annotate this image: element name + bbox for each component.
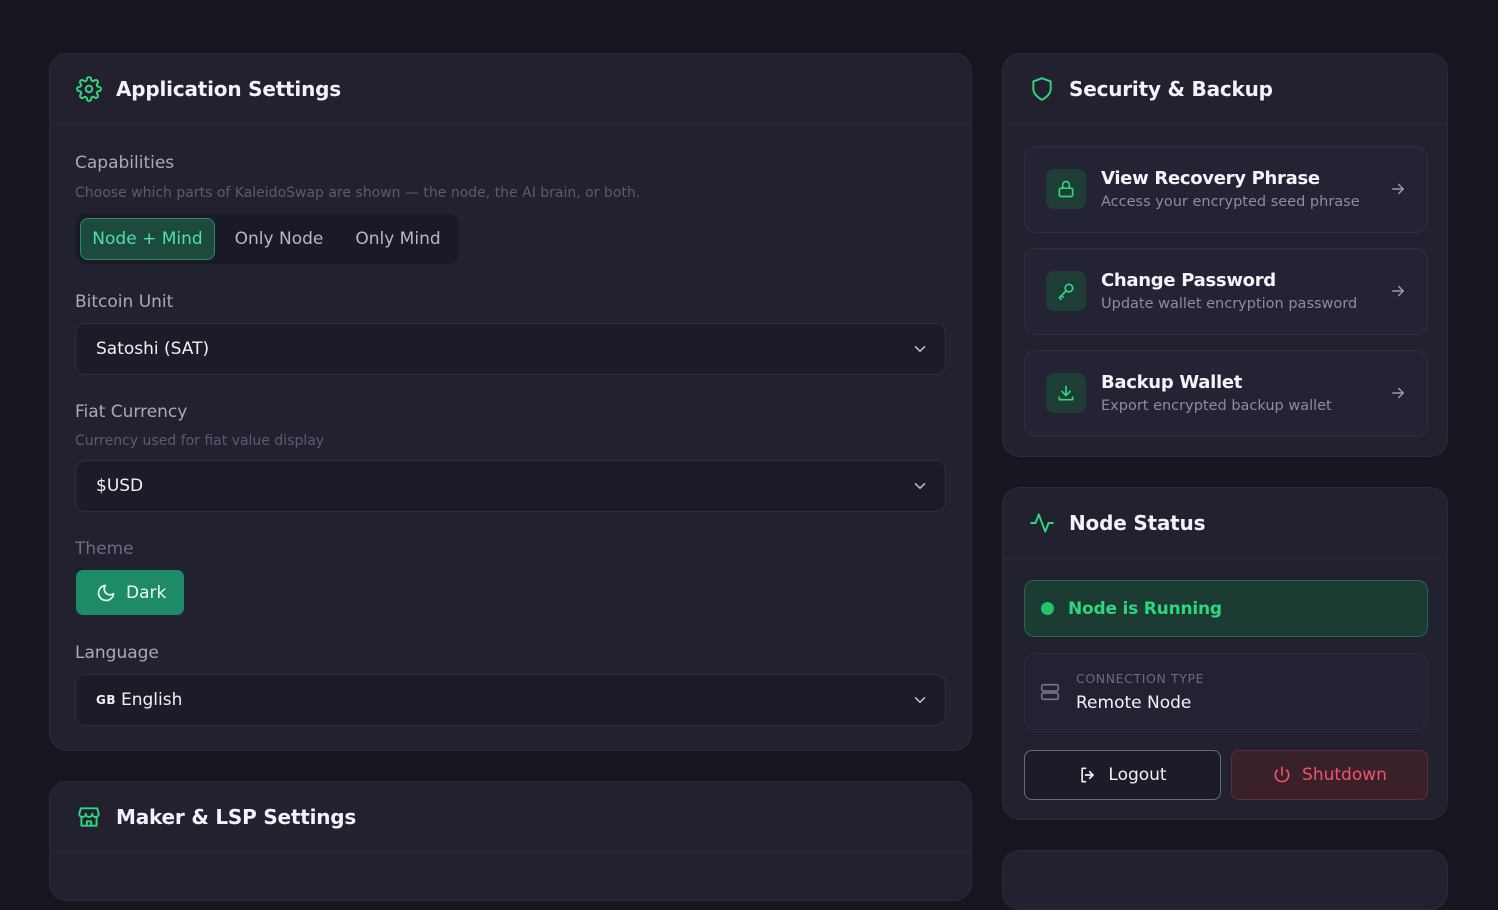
capabilities-segmented-control: Node + Mind Only Node Only Mind (76, 214, 459, 264)
shutdown-button[interactable]: Shutdown (1231, 750, 1428, 800)
connection-type-panel: CONNECTION TYPE Remote Node (1024, 653, 1428, 730)
bitcoin-unit-select[interactable]: Satoshi (SAT) (75, 323, 946, 375)
store-icon (76, 804, 102, 830)
capability-option-node-mind[interactable]: Node + Mind (80, 218, 215, 260)
bitcoin-unit-value: Satoshi (SAT) (96, 339, 210, 359)
node-status-card: Node Status Node is Running CONNECTION T… (1002, 487, 1448, 820)
security-backup-title: Security & Backup (1069, 77, 1273, 101)
arrow-right-icon (1392, 183, 1404, 195)
backup-wallet-item[interactable]: Backup Wallet Export encrypted backup wa… (1024, 350, 1428, 437)
chevron-down-icon (914, 697, 926, 703)
moon-icon (97, 584, 115, 601)
logout-label: Logout (1108, 765, 1167, 785)
power-icon (1274, 766, 1290, 783)
arrow-right-icon (1392, 285, 1404, 297)
logout-icon (1081, 767, 1095, 783)
fiat-currency-label: Fiat Currency (75, 402, 188, 422)
backup-wallet-title: Backup Wallet (1101, 372, 1243, 393)
capability-option-only-mind[interactable]: Only Mind (344, 218, 452, 260)
application-settings-header: Application Settings (50, 54, 971, 125)
connection-type-value: Remote Node (1076, 693, 1192, 713)
capability-option-only-node[interactable]: Only Node (224, 218, 334, 260)
view-recovery-phrase-title: View Recovery Phrase (1101, 168, 1320, 189)
lock-icon (1046, 169, 1086, 209)
chevron-down-icon (914, 346, 926, 352)
next-card (1002, 850, 1448, 910)
server-icon (1040, 683, 1060, 701)
arrow-right-icon (1392, 387, 1404, 399)
key-icon (1046, 271, 1086, 311)
view-recovery-phrase-subtitle: Access your encrypted seed phrase (1101, 194, 1360, 210)
logout-button[interactable]: Logout (1024, 750, 1221, 800)
change-password-subtitle: Update wallet encryption password (1101, 296, 1358, 312)
security-backup-card: Security & Backup View Recovery Phrase A… (1002, 53, 1448, 457)
shield-icon (1029, 76, 1055, 102)
backup-wallet-subtitle: Export encrypted backup wallet (1101, 398, 1332, 414)
language-select[interactable]: GB English (75, 674, 946, 726)
theme-dark-label: Dark (126, 582, 167, 603)
change-password-title: Change Password (1101, 270, 1276, 291)
language-value: English (121, 690, 183, 710)
theme-label: Theme (75, 539, 134, 559)
security-backup-header: Security & Backup (1003, 54, 1447, 125)
maker-lsp-settings-header: Maker & LSP Settings (50, 782, 971, 853)
node-running-text: Node is Running (1068, 598, 1222, 619)
language-label: Language (75, 643, 159, 663)
download-icon (1046, 373, 1086, 413)
chevron-down-icon (914, 483, 926, 489)
fiat-currency-value: $USD (96, 476, 144, 496)
node-status-title: Node Status (1069, 511, 1206, 535)
shutdown-label: Shutdown (1302, 765, 1387, 785)
gear-icon (76, 76, 102, 102)
node-status-header: Node Status (1003, 488, 1447, 559)
maker-lsp-settings-title: Maker & LSP Settings (116, 805, 357, 829)
application-settings-card: Application Settings Capabilities Choose… (49, 53, 972, 751)
application-settings-title: Application Settings (116, 77, 341, 101)
activity-icon (1029, 510, 1055, 536)
view-recovery-phrase-item[interactable]: View Recovery Phrase Access your encrypt… (1024, 146, 1428, 233)
theme-dark-button[interactable]: Dark (76, 570, 184, 615)
maker-lsp-settings-card: Maker & LSP Settings (49, 781, 972, 901)
capabilities-description: Choose which parts of KaleidoSwap are sh… (75, 185, 641, 201)
connection-type-label: CONNECTION TYPE (1076, 671, 1205, 686)
fiat-currency-description: Currency used for fiat value display (75, 433, 325, 449)
change-password-item[interactable]: Change Password Update wallet encryption… (1024, 248, 1428, 335)
language-flag-code: GB (96, 693, 116, 707)
fiat-currency-select[interactable]: $USD (75, 460, 946, 512)
capabilities-label: Capabilities (75, 153, 175, 173)
status-dot-icon (1041, 602, 1054, 615)
node-running-banner: Node is Running (1024, 580, 1428, 637)
bitcoin-unit-label: Bitcoin Unit (75, 292, 174, 312)
